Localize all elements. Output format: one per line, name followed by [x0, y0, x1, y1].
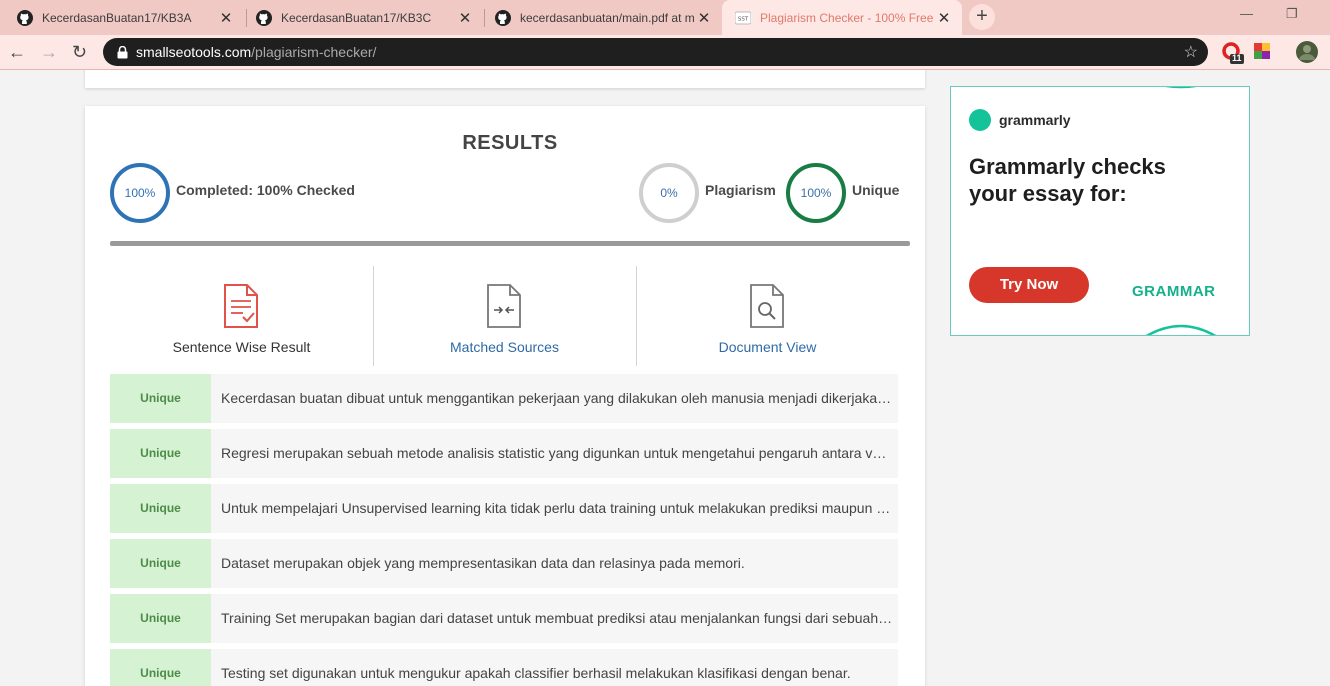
bookmark-star-icon[interactable]: ☆ [1184, 42, 1198, 62]
unique-circle: 100% [786, 163, 846, 223]
back-icon[interactable]: ← [8, 42, 26, 63]
tab-label: Matched Sources [450, 339, 559, 355]
sentence-text: Regresi merupakan sebuah metode analisis… [221, 445, 893, 461]
list-item[interactable]: Unique Testing set digunakan untuk mengu… [110, 649, 898, 686]
close-icon[interactable]: ✕ [218, 9, 234, 27]
tab-label: Document View [718, 339, 817, 355]
minimize-icon[interactable]: — [1240, 6, 1253, 21]
tab-sentence-wise-result[interactable]: Sentence Wise Result [110, 266, 373, 366]
close-icon[interactable]: ✕ [936, 9, 952, 27]
tab-matched-sources[interactable]: Matched Sources [373, 266, 636, 366]
avatar[interactable] [1296, 41, 1318, 68]
browser-tab-4[interactable]: SST Plagiarism Checker - 100% Free ( ✕ [722, 0, 962, 35]
status-badge: Unique [110, 484, 211, 533]
browser-toolbar: ← → ↻ smallseotools.com/plagiarism-check… [0, 35, 1330, 70]
list-item[interactable]: Unique Kecerdasan buatan dibuat untuk me… [110, 374, 898, 423]
tab-title: KecerdasanBuatan17/KB3A [42, 10, 192, 25]
sentence-text: Dataset merupakan objek yang mempresenta… [221, 555, 745, 571]
sentence-text: Training Set merupakan bagian dari datas… [221, 610, 893, 626]
url-path: /plagiarism-checker/ [251, 44, 377, 60]
close-icon[interactable]: ✕ [457, 9, 473, 27]
tab-title: kecerdasanbuatan/main.pdf at m [520, 10, 695, 25]
close-icon[interactable]: ✕ [696, 9, 712, 27]
page-content: RESULTS 100% Completed: 100% Checked 0% … [0, 70, 1330, 686]
tab-document-view[interactable]: Document View [636, 266, 899, 366]
extension-badge: 11 [1232, 53, 1242, 63]
restore-icon[interactable]: ❐ [1286, 6, 1298, 22]
ad-decoration [1145, 324, 1217, 335]
github-icon [16, 9, 34, 27]
browser-tab-3[interactable]: kecerdasanbuatan/main.pdf at m ✕ [482, 0, 722, 35]
url-text: smallseotools.com/plagiarism-checker/ [136, 44, 376, 60]
list-item[interactable]: Unique Dataset merupakan objek yang memp… [110, 539, 898, 588]
upper-card [85, 70, 925, 88]
status-badge: Unique [110, 539, 211, 588]
status-badge: Unique [110, 649, 211, 686]
plagiarism-label: Plagiarism [705, 182, 776, 198]
svg-text:SST: SST [738, 16, 749, 22]
plagiarism-circle: 0% [639, 163, 699, 223]
completed-circle: 100% [110, 163, 170, 223]
github-icon [255, 9, 273, 27]
try-now-button[interactable]: Try Now [969, 267, 1089, 303]
ad-headline: Grammarly checks your essay for: [969, 154, 1166, 206]
sentence-text: Kecerdasan buatan dibuat untuk mengganti… [221, 390, 893, 406]
github-icon [494, 9, 512, 27]
reload-icon[interactable]: ↻ [72, 42, 87, 63]
address-bar[interactable]: smallseotools.com/plagiarism-checker/ ☆ [103, 38, 1208, 66]
lock-icon [117, 45, 128, 58]
sentence-text: Testing set digunakan untuk mengukur apa… [221, 665, 851, 681]
ad-decoration [1165, 87, 1197, 89]
status-badge: Unique [110, 429, 211, 478]
brand-name: grammarly [999, 112, 1071, 128]
view-tabs: Sentence Wise Result Matched Sources Doc… [110, 266, 898, 366]
tab-title: Plagiarism Checker - 100% Free ( [760, 10, 936, 25]
unique-label: Unique [852, 182, 900, 198]
tab-title: KecerdasanBuatan17/KB3C [281, 10, 432, 25]
sentence-text: Untuk mempelajari Unsupervised learning … [221, 500, 893, 516]
grammarly-g-icon [969, 109, 991, 131]
new-tab-button[interactable]: + [969, 4, 995, 30]
document-search-icon [750, 284, 784, 328]
status-badge: Unique [110, 374, 211, 423]
extension-color-icon[interactable] [1254, 43, 1270, 64]
results-title: RESULTS [462, 132, 558, 154]
ad-keyword: GRAMMAR [1132, 283, 1216, 300]
completed-label: Completed: 100% Checked [176, 182, 355, 198]
document-check-icon [224, 284, 258, 328]
browser-tab-1[interactable]: KecerdasanBuatan17/KB3A ✕ [4, 0, 244, 35]
list-item[interactable]: Unique Regresi merupakan sebuah metode a… [110, 429, 898, 478]
grammarly-logo: grammarly [969, 109, 1071, 131]
tab-label: Sentence Wise Result [172, 339, 311, 355]
sst-icon: SST [734, 9, 752, 27]
grammarly-ad[interactable]: grammarly Grammarly checks your essay fo… [950, 86, 1250, 336]
browser-tab-2[interactable]: KecerdasanBuatan17/KB3C ✕ [243, 0, 483, 35]
forward-icon[interactable]: → [40, 42, 58, 63]
tab-strip: KecerdasanBuatan17/KB3A ✕ KecerdasanBuat… [0, 0, 1330, 35]
extension-opera-icon[interactable]: 11 [1222, 42, 1244, 69]
list-item[interactable]: Unique Training Set merupakan bagian dar… [110, 594, 898, 643]
url-domain: smallseotools.com [136, 44, 252, 60]
results-card: RESULTS 100% Completed: 100% Checked 0% … [85, 106, 925, 686]
status-badge: Unique [110, 594, 211, 643]
progress-bar [110, 241, 910, 246]
compare-icon [487, 284, 521, 328]
list-item[interactable]: Unique Untuk mempelajari Unsupervised le… [110, 484, 898, 533]
